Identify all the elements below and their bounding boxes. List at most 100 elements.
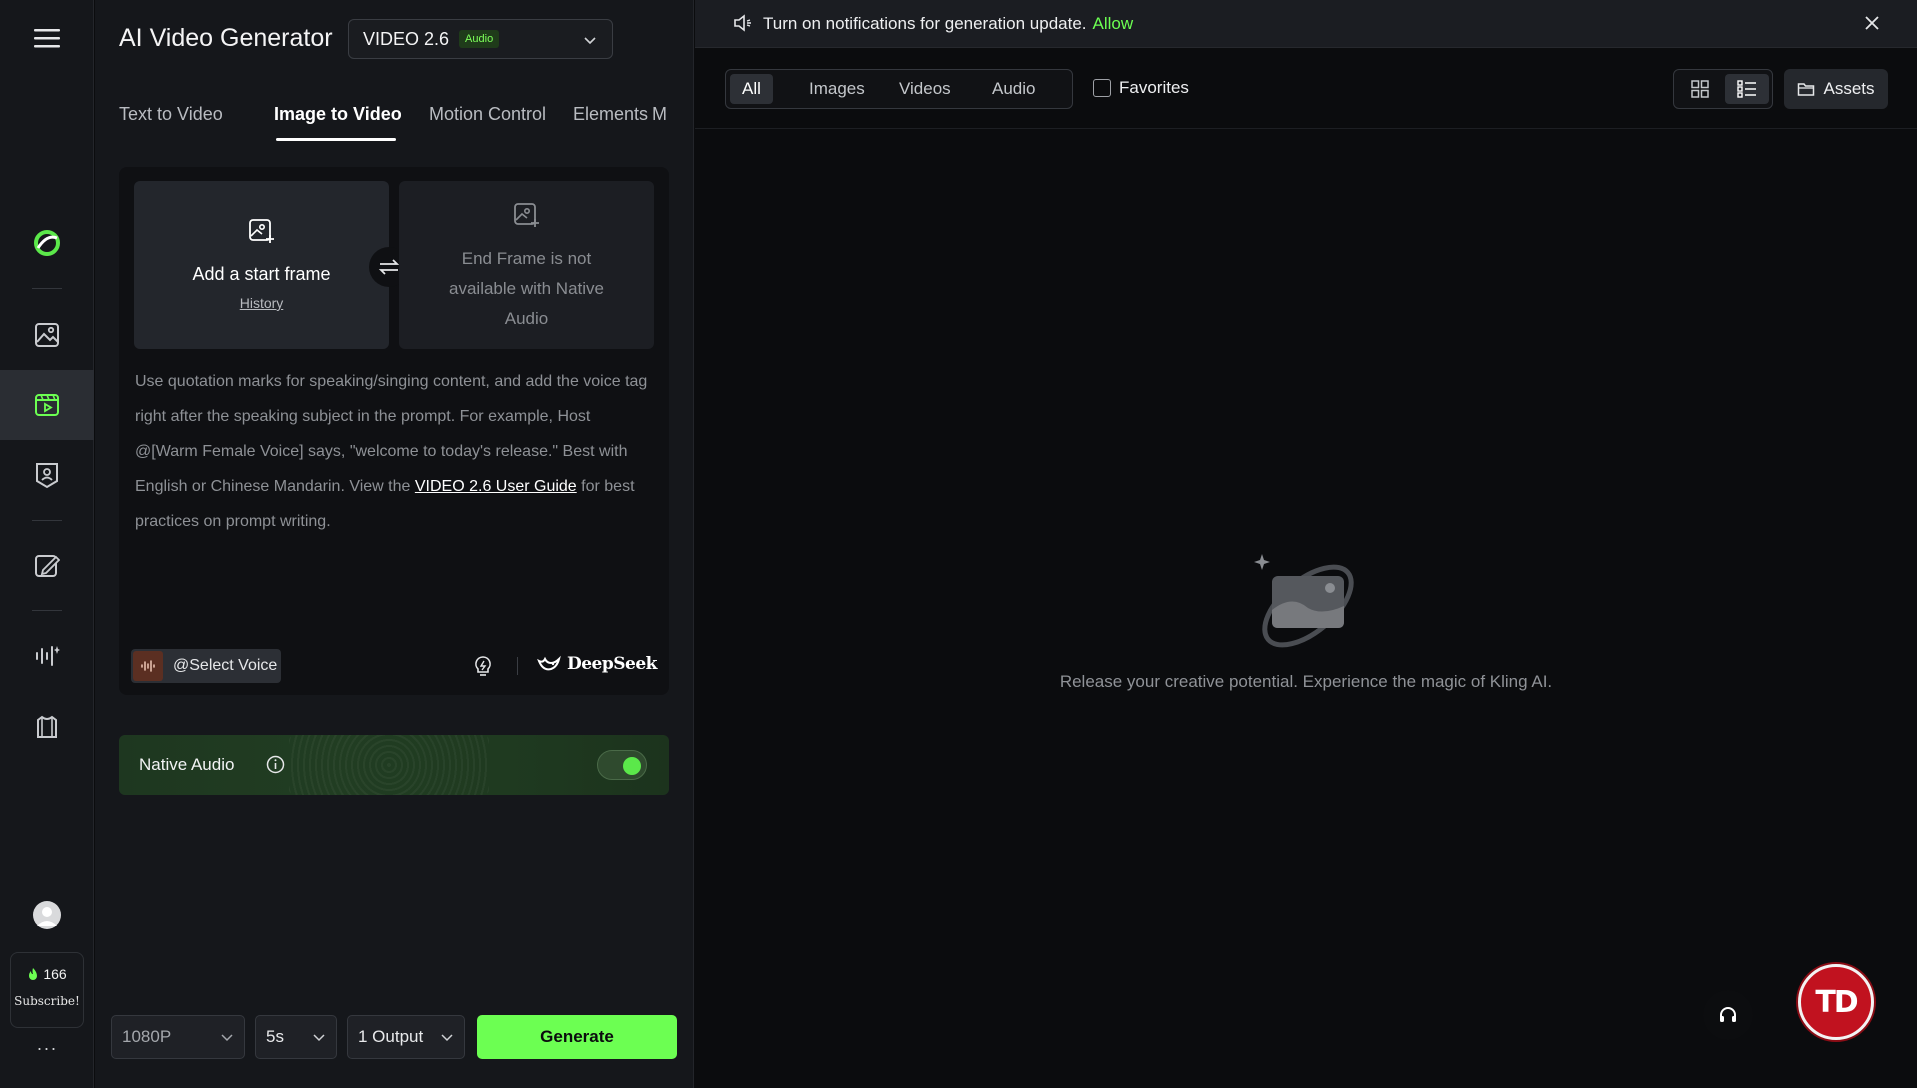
generator-panel: AI Video Generator VIDEO 2.6 Audio Text … bbox=[95, 0, 694, 1088]
add-image-icon bbox=[513, 203, 539, 227]
tab-more[interactable]: Mu bbox=[652, 104, 667, 125]
deepseek-button[interactable]: DeepSeek bbox=[537, 654, 657, 674]
audio-wave-decoration bbox=[289, 735, 489, 795]
speaker-icon bbox=[734, 14, 751, 32]
credits-amount: 166 bbox=[11, 966, 83, 982]
credit-flame-icon bbox=[29, 968, 38, 980]
tab-motion-control[interactable]: Motion Control bbox=[429, 104, 546, 125]
info-icon[interactable] bbox=[266, 755, 285, 774]
prompt-card: Add a start frame History End Frame is n… bbox=[119, 167, 669, 695]
user-guide-link[interactable]: VIDEO 2.6 User Guide bbox=[415, 478, 577, 495]
rail-avatar[interactable] bbox=[0, 440, 94, 510]
toolbar-divider bbox=[517, 657, 518, 675]
credits-box[interactable]: 166 Subscribe! bbox=[10, 952, 84, 1028]
rail-divider bbox=[32, 288, 62, 289]
output-count-select[interactable]: 1 Output bbox=[347, 1015, 465, 1059]
duration-select[interactable]: 5s bbox=[255, 1015, 337, 1059]
active-tab-indicator bbox=[276, 138, 396, 141]
prompt-placeholder-text: Use quotation marks for speaking/singing… bbox=[135, 373, 648, 495]
swap-arrows-icon bbox=[378, 259, 400, 275]
menu-button[interactable] bbox=[0, 3, 94, 73]
asset-filter-tabs: All Images Videos Audio bbox=[725, 69, 1073, 109]
folder-icon bbox=[1798, 83, 1815, 96]
rail-wardrobe[interactable] bbox=[0, 692, 94, 762]
chevron-down-icon bbox=[221, 1034, 233, 1042]
resolution-value: 1080P bbox=[122, 1027, 172, 1046]
grid-icon bbox=[1691, 80, 1709, 98]
empty-state-message: Release your creative potential. Experie… bbox=[1059, 672, 1553, 691]
sound-wave-icon bbox=[36, 646, 60, 666]
native-audio-toggle[interactable] bbox=[597, 750, 647, 780]
headset-icon bbox=[1720, 1007, 1736, 1022]
tab-image-to-video[interactable]: Image to Video bbox=[274, 104, 402, 125]
page-title: AI Video Generator bbox=[119, 24, 333, 52]
rail-image[interactable] bbox=[0, 300, 94, 370]
end-frame-upload: End Frame is not available with Native A… bbox=[399, 181, 654, 349]
filter-images[interactable]: Images bbox=[797, 74, 877, 104]
list-icon bbox=[1737, 80, 1756, 98]
favorites-label: Favorites bbox=[1119, 78, 1189, 97]
notification-banner: Turn on notifications for generation upd… bbox=[695, 0, 1917, 48]
model-selector[interactable]: VIDEO 2.6 Audio bbox=[348, 19, 613, 59]
rail-audio[interactable] bbox=[0, 621, 94, 691]
model-name: VIDEO 2.6 bbox=[363, 28, 450, 49]
start-frame-upload[interactable]: Add a start frame History bbox=[134, 181, 389, 349]
assets-button[interactable]: Assets bbox=[1784, 69, 1888, 109]
native-audio-label: Native Audio bbox=[139, 755, 235, 774]
rail-profile[interactable] bbox=[0, 880, 94, 950]
history-link[interactable]: History bbox=[134, 295, 389, 311]
image-icon bbox=[35, 323, 59, 347]
start-frame-label: Add a start frame bbox=[192, 264, 331, 284]
filter-videos[interactable]: Videos bbox=[887, 74, 963, 104]
tab-text-to-video[interactable]: Text to Video bbox=[119, 104, 223, 125]
output-count-value: 1 Output bbox=[358, 1027, 424, 1046]
checkbox-box bbox=[1093, 79, 1111, 97]
native-audio-row: Native Audio bbox=[119, 735, 669, 795]
rail-home[interactable] bbox=[0, 208, 94, 278]
avatar bbox=[33, 901, 61, 929]
subscribe-link[interactable]: Subscribe! bbox=[11, 994, 83, 1008]
select-voice-button[interactable]: @Select Voice bbox=[131, 649, 281, 683]
view-mode-switch bbox=[1673, 69, 1773, 109]
prompt-input[interactable]: Use quotation marks for speaking/singing… bbox=[135, 364, 655, 539]
rail-video[interactable] bbox=[0, 370, 94, 440]
toolbar-divider bbox=[695, 128, 1917, 129]
notification-text: Turn on notifications for generation upd… bbox=[763, 14, 1133, 34]
duration-value: 5s bbox=[266, 1027, 284, 1046]
more-menu-button[interactable]: ··· bbox=[0, 1038, 94, 1059]
close-icon[interactable] bbox=[1863, 14, 1881, 32]
rail-divider bbox=[32, 610, 62, 611]
generate-button[interactable]: Generate bbox=[477, 1015, 677, 1059]
favorites-checkbox[interactable]: Favorites bbox=[1093, 78, 1189, 98]
allow-notifications-link[interactable]: Allow bbox=[1093, 14, 1134, 33]
mode-tabs: Text to Video Image to Video Motion Cont… bbox=[119, 100, 667, 145]
grid-view-button[interactable] bbox=[1678, 74, 1722, 104]
audio-badge: Audio bbox=[459, 30, 500, 48]
app-root: 166 Subscribe! ··· AI Video Generator VI… bbox=[0, 0, 1917, 1088]
credits-value: 166 bbox=[43, 966, 67, 982]
rail-divider bbox=[32, 520, 62, 521]
td-logo-badge[interactable]: TD bbox=[1798, 964, 1874, 1040]
resolution-select[interactable]: 1080P bbox=[111, 1015, 245, 1059]
add-image-icon bbox=[248, 219, 274, 243]
end-frame-unavailable-text: End Frame is not available with Native A… bbox=[449, 249, 604, 328]
list-view-button[interactable] bbox=[1725, 74, 1769, 104]
chevron-down-icon bbox=[313, 1034, 325, 1042]
assets-label: Assets bbox=[1823, 79, 1875, 98]
empty-gallery-icon bbox=[1254, 554, 1354, 648]
filter-all[interactable]: All bbox=[730, 74, 773, 104]
notification-message: Turn on notifications for generation upd… bbox=[763, 14, 1087, 33]
kling-logo-icon bbox=[34, 230, 60, 256]
filter-audio[interactable]: Audio bbox=[980, 74, 1047, 104]
support-button[interactable] bbox=[1703, 990, 1753, 1040]
deepseek-whale-icon bbox=[537, 655, 561, 671]
tab-elements[interactable]: Elements bbox=[573, 104, 648, 125]
chevron-down-icon bbox=[441, 1034, 453, 1042]
avatar-studio-icon bbox=[36, 463, 58, 489]
shirt-icon bbox=[37, 715, 57, 738]
video-icon bbox=[35, 394, 59, 416]
rail-edit[interactable] bbox=[0, 530, 94, 600]
toggle-knob bbox=[623, 757, 641, 775]
prompt-tips-icon[interactable] bbox=[473, 655, 493, 677]
edit-brush-icon bbox=[35, 555, 60, 577]
